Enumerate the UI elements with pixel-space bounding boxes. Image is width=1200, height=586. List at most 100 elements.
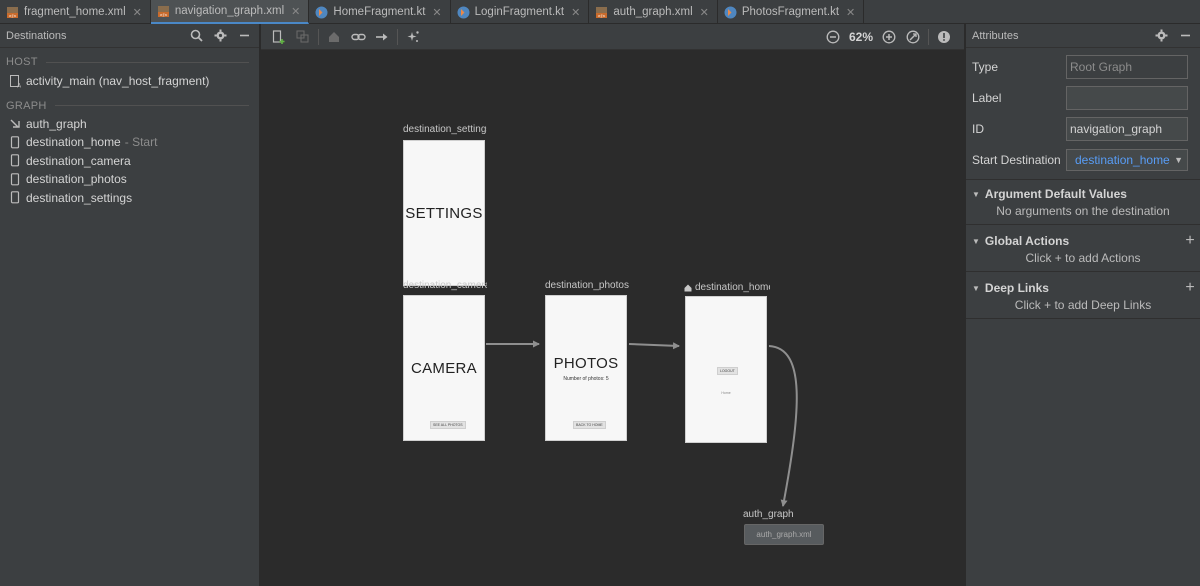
- deeplink-icon[interactable]: [346, 26, 370, 48]
- issues-icon[interactable]: [932, 26, 956, 48]
- panel-title: Destinations: [6, 29, 67, 42]
- section-empty-text: Click + to add Deep Links: [1014, 298, 1152, 312]
- zoom-in-icon[interactable]: [877, 26, 901, 48]
- tree-item-auth-graph[interactable]: auth_graph: [0, 115, 259, 134]
- section-title: Global Actions: [984, 234, 1070, 248]
- destination-settings-label: destination_settings: [403, 124, 487, 135]
- tab-navigation-graph-xml[interactable]: </> navigation_graph.xml ✕: [150, 0, 310, 24]
- auto-arrange-icon[interactable]: [401, 26, 425, 48]
- argument-defaults-header[interactable]: ▼ Argument Default Values: [966, 184, 1200, 204]
- close-icon[interactable]: ✕: [432, 6, 441, 19]
- id-field[interactable]: navigation_graph: [1066, 116, 1188, 141]
- fragment-icon: [10, 191, 20, 204]
- tree-item-destination-photos[interactable]: destination_photos: [0, 170, 259, 189]
- search-icon[interactable]: [187, 27, 205, 45]
- close-icon[interactable]: ✕: [133, 6, 142, 19]
- host-section-label: HOST: [0, 48, 259, 68]
- fragment-icon: [10, 172, 20, 186]
- kotlin-file-icon: [724, 6, 737, 18]
- svg-text:A: A: [17, 82, 21, 88]
- attributes-header: Attributes: [966, 24, 1200, 48]
- tree-item-label: destination_settings: [26, 190, 133, 205]
- tree-item-destination-settings[interactable]: destination_settings: [0, 189, 259, 208]
- graph-canvas[interactable]: destination_settings SETTINGS destinatio…: [261, 50, 964, 586]
- add-action-icon[interactable]: [370, 26, 394, 48]
- screen-title: SETTINGS: [405, 204, 483, 222]
- close-icon[interactable]: ✕: [571, 6, 580, 19]
- type-row: Type Root Graph: [966, 51, 1200, 82]
- zoom-to-fit-icon[interactable]: [901, 26, 925, 48]
- deep-links-header[interactable]: ▼ Deep Links +: [966, 278, 1200, 298]
- destination-camera-node[interactable]: CAMERA SEE ALL PHOTOS: [403, 295, 485, 441]
- start-destination-label: Start Destination: [972, 152, 1061, 167]
- attributes-panel: Attributes Type Root Graph Label ID navi…: [965, 24, 1200, 586]
- home-text: Home: [721, 391, 731, 395]
- tree-item-destination-home[interactable]: destination_home - Start: [0, 133, 259, 152]
- type-label: Type: [972, 59, 999, 74]
- close-icon[interactable]: ✕: [700, 6, 709, 19]
- tab-label: HomeFragment.kt: [333, 6, 426, 18]
- close-icon[interactable]: ✕: [846, 6, 855, 19]
- add-deep-link-plus-icon[interactable]: +: [1180, 279, 1200, 297]
- tab-label: auth_graph.xml: [613, 6, 693, 18]
- expand-triangle-icon: ▼: [972, 283, 980, 293]
- destination-camera-label: destination_camera: [403, 280, 487, 291]
- panel-title: Attributes: [972, 29, 1019, 42]
- tab-label: PhotosFragment.kt: [741, 6, 840, 18]
- destination-photos-node[interactable]: PHOTOS Number of photos: 5 BACK TO HOME: [545, 295, 627, 441]
- start-marker: - Start: [124, 135, 158, 150]
- id-row: ID navigation_graph: [966, 113, 1200, 144]
- tree-item-label: destination_home: [26, 135, 121, 150]
- fragment-icon: [10, 135, 20, 149]
- global-actions-section: ▼ Global Actions + Click + to add Action…: [966, 224, 1200, 271]
- graph-label: GRAPH: [6, 99, 47, 112]
- graph-section-label: GRAPH: [0, 91, 259, 112]
- destination-settings-node[interactable]: SETTINGS: [403, 140, 485, 286]
- nest-graph-icon[interactable]: [291, 26, 315, 48]
- destination-home-label: destination_home: [684, 282, 770, 293]
- tab-photos-fragment-kt[interactable]: PhotosFragment.kt ✕: [718, 0, 865, 24]
- add-action-plus-icon[interactable]: +: [1180, 232, 1200, 250]
- tab-label: fragment_home.xml: [24, 6, 126, 18]
- zoom-out-icon[interactable]: [821, 26, 845, 48]
- xml-file-icon: </>: [7, 6, 18, 18]
- home-icon: [684, 284, 692, 291]
- destination-photos-label: destination_photos: [545, 280, 629, 291]
- destinations-header: Destinations: [0, 24, 259, 48]
- section-empty-text: Click + to add Actions: [1025, 251, 1141, 265]
- nested-graph-icon: [10, 119, 20, 128]
- tab-login-fragment-kt[interactable]: LoginFragment.kt ✕: [451, 0, 590, 24]
- divider: [45, 61, 249, 63]
- screen-title: CAMERA: [411, 359, 477, 377]
- divider: [54, 105, 249, 106]
- tab-auth-graph-xml[interactable]: </> auth_graph.xml ✕: [589, 0, 718, 24]
- tree-item-destination-camera[interactable]: destination_camera: [0, 152, 259, 171]
- section-title: Deep Links: [984, 281, 1049, 295]
- deep-links-section: ▼ Deep Links + Click + to add Deep Links: [966, 271, 1200, 318]
- minimize-icon[interactable]: [235, 27, 253, 45]
- argument-defaults-section: ▼ Argument Default Values No arguments o…: [966, 179, 1200, 224]
- auth-graph-node[interactable]: auth_graph.xml: [744, 524, 824, 545]
- global-actions-header[interactable]: ▼ Global Actions +: [966, 231, 1200, 251]
- new-destination-icon[interactable]: [267, 26, 291, 48]
- label-field[interactable]: [1066, 85, 1188, 110]
- tab-fragment-home-xml[interactable]: </> fragment_home.xml ✕: [0, 0, 151, 24]
- kotlin-file-icon: [457, 6, 470, 18]
- host-item[interactable]: A activity_main (nav_host_fragment): [0, 72, 259, 91]
- start-destination-dropdown[interactable]: destination_home ▼: [1066, 148, 1188, 171]
- minimize-icon[interactable]: [1176, 27, 1194, 45]
- type-field: Root Graph: [1066, 54, 1188, 79]
- assign-start-icon[interactable]: [322, 26, 346, 48]
- destinations-panel: Destinations HOST A activity_main (nav_h…: [0, 24, 260, 586]
- expand-triangle-icon: ▼: [972, 189, 980, 199]
- destination-home-node[interactable]: LOGOUT Home: [685, 296, 767, 443]
- screen-title: PHOTOS: [553, 354, 619, 372]
- host-label: HOST: [6, 56, 38, 68]
- zoom-controls: 62%: [821, 26, 956, 48]
- close-icon[interactable]: ✕: [291, 5, 300, 18]
- gear-icon[interactable]: [211, 27, 229, 45]
- gear-icon[interactable]: [1152, 27, 1170, 45]
- editor-tab-bar: </> fragment_home.xml ✕ </> navigation_g…: [0, 0, 1200, 24]
- tab-home-fragment-kt[interactable]: HomeFragment.kt ✕: [309, 0, 451, 24]
- back-to-home-button: BACK TO HOME: [573, 421, 606, 429]
